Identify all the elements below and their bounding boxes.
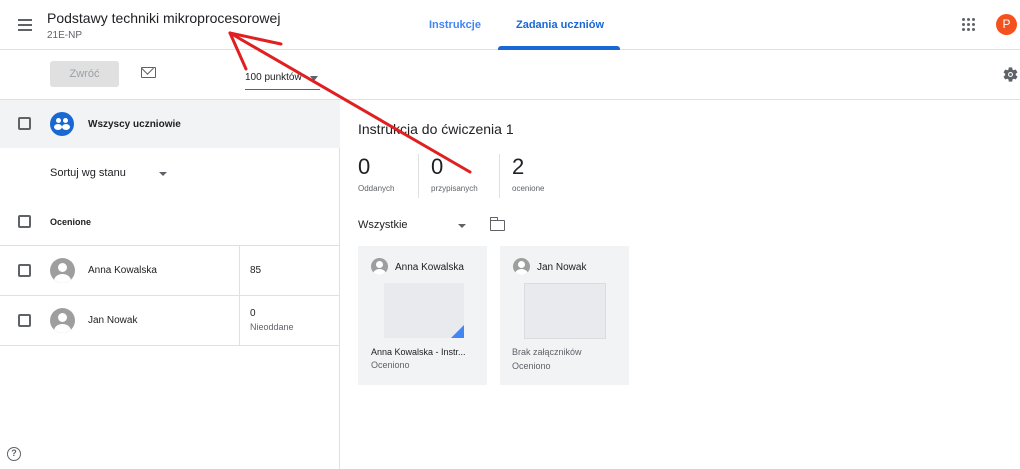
student-checkbox[interactable] — [18, 264, 31, 277]
group-icon — [50, 112, 74, 136]
card-status: Oceniono — [512, 361, 551, 371]
stat-value: 0 — [358, 154, 371, 179]
toolbar: Zwróć 100 punktów — [0, 50, 1020, 100]
stat-value: 0 — [431, 154, 444, 179]
apps-icon[interactable] — [962, 18, 976, 32]
stat-label: przypisanych — [431, 184, 478, 193]
all-students-row[interactable]: Wszyscy uczniowie — [0, 100, 340, 148]
card-student-name: Jan Nowak — [537, 262, 587, 273]
sort-row: Sortuj wg stanu — [0, 148, 340, 198]
divider — [239, 246, 240, 296]
tab-student-work[interactable]: Zadania uczniów — [516, 19, 604, 31]
attachment-thumbnail[interactable] — [384, 283, 464, 338]
attachment-name[interactable]: Anna Kowalska - Instr... — [371, 347, 466, 357]
all-students-label: Wszyscy uczniowie — [88, 119, 181, 130]
return-button[interactable]: Zwróć — [50, 61, 119, 87]
grade-value[interactable]: 85 — [250, 265, 261, 276]
points-value: 100 punktów — [245, 72, 302, 83]
course-title[interactable]: Podstawy techniki mikroprocesorowej — [47, 10, 280, 26]
card-student-name: Anna Kowalska — [395, 262, 464, 273]
filter-dropdown[interactable]: Wszystkie — [358, 219, 466, 234]
menu-icon[interactable] — [14, 14, 36, 36]
sort-dropdown[interactable]: Sortuj wg stanu — [50, 167, 126, 179]
divider — [239, 296, 240, 346]
divider — [499, 154, 500, 198]
course-section: 21E-NP — [47, 30, 83, 41]
stat-label: ocenione — [512, 184, 545, 193]
settings-icon[interactable] — [1002, 66, 1019, 83]
dropdown-caret-icon — [458, 224, 466, 228]
assignment-title[interactable]: Instrukcja do ćwiczenia 1 — [358, 121, 514, 137]
student-list-panel: Wszyscy uczniowie Sortuj wg stanu Ocenio… — [0, 100, 340, 469]
table-row[interactable]: Jan Nowak 0 Nieoddane — [0, 296, 340, 346]
graded-section-checkbox[interactable] — [18, 215, 31, 228]
folder-icon[interactable] — [489, 217, 505, 231]
stat-value: 2 — [512, 154, 525, 179]
help-icon[interactable]: ? — [7, 447, 21, 461]
all-students-checkbox[interactable] — [18, 117, 31, 130]
tab-instructions[interactable]: Instrukcje — [429, 19, 481, 31]
section-label: Ocenione — [50, 217, 92, 227]
student-name[interactable]: Anna Kowalska — [88, 265, 157, 276]
avatar — [513, 258, 530, 275]
mail-icon[interactable] — [141, 67, 156, 78]
table-row[interactable]: Anna Kowalska 85 — [0, 246, 340, 296]
divider — [418, 154, 419, 198]
card-status: Oceniono — [371, 360, 410, 370]
dropdown-caret-icon[interactable] — [159, 172, 167, 176]
points-dropdown[interactable]: 100 punktów — [245, 70, 320, 90]
avatar — [50, 308, 75, 333]
avatar — [50, 258, 75, 283]
graded-section-header: Ocenione — [0, 198, 340, 246]
app-header: Podstawy techniki mikroprocesorowej 21E-… — [0, 0, 1020, 50]
document-fold-icon — [451, 325, 464, 338]
grade-value[interactable]: 0 — [250, 308, 256, 319]
attachment-name: Brak załączników — [512, 347, 582, 357]
student-name[interactable]: Jan Nowak — [88, 315, 137, 326]
avatar — [371, 258, 388, 275]
grade-status: Nieoddane — [250, 322, 294, 332]
filter-value: Wszystkie — [358, 219, 408, 231]
student-checkbox[interactable] — [18, 314, 31, 327]
empty-thumbnail — [524, 283, 606, 339]
student-work-card[interactable]: Jan Nowak Brak załączników Oceniono — [500, 246, 629, 385]
stat-label: Oddanych — [358, 184, 395, 193]
dropdown-caret-icon — [310, 76, 318, 81]
student-work-card[interactable]: Anna Kowalska Anna Kowalska - Instr... O… — [358, 246, 487, 385]
account-avatar[interactable]: P — [996, 14, 1017, 35]
